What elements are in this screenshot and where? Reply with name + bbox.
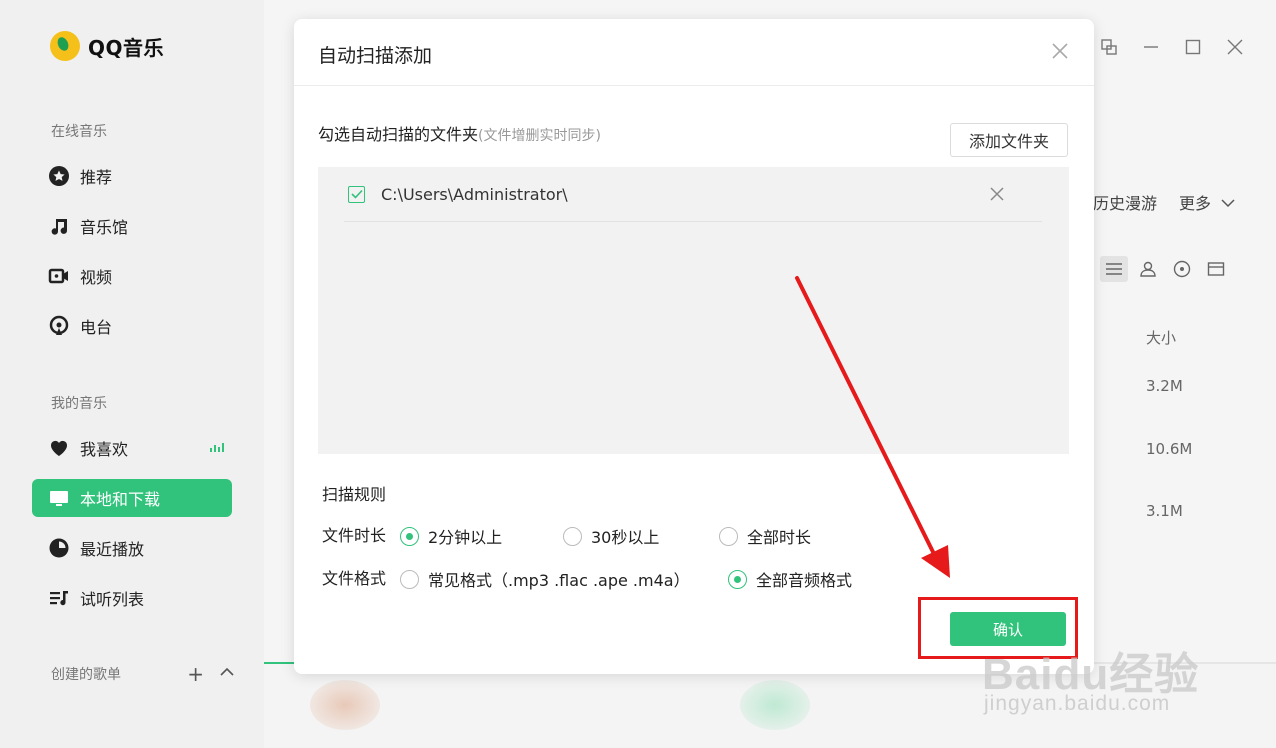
add-playlist-icon[interactable]: + [187,662,204,686]
sidebar-item-recommend[interactable]: 推荐 [32,157,232,195]
sidebar-item-label: 推荐 [80,168,113,187]
minimize-icon[interactable] [1140,36,1162,58]
scan-rules-title: 扫描规则 [322,485,387,504]
section-title-mine: 我的音乐 [51,396,107,412]
section-title-online: 在线音乐 [51,124,107,140]
sidebar-item-local-download[interactable]: 本地和下载 [32,479,232,517]
sidebar-item-label: 电台 [80,318,113,337]
maximize-icon[interactable] [1182,36,1204,58]
music-note-icon [48,215,70,237]
radio-dot [400,526,419,546]
album-view-icon[interactable] [1168,256,1196,282]
sidebar-item-recent[interactable]: 最近播放 [32,529,232,567]
chevron-down-icon [1221,199,1235,208]
playlist-icon [48,587,70,609]
folder-view-icon[interactable] [1202,256,1230,282]
sidebar-item-trial-list[interactable]: 试听列表 [32,579,232,617]
mini-mode-icon[interactable] [1098,36,1120,58]
duration-radio-30s[interactable]: 30秒以上 [563,524,659,548]
duration-radio-all[interactable]: 全部时长 [719,524,811,548]
playing-bars-icon [210,443,224,452]
background-tabs: 历史漫游 更多 [1093,190,1236,214]
radio-dot [563,526,582,546]
app-name: QQ音乐 [88,35,165,60]
close-window-icon[interactable] [1224,36,1246,58]
format-rule-label: 文件格式 [322,569,387,588]
divider [294,85,1094,86]
folder-section-label: 勾选自动扫描的文件夹(文件增删实时同步) [318,125,601,144]
app-logo[interactable]: QQ音乐 [50,31,164,61]
size-cell: 3.1M [1146,502,1183,520]
view-mode-icons [1100,256,1230,282]
radio-dot [719,526,738,546]
size-cell: 10.6M [1146,440,1193,458]
sidebar-item-label: 音乐馆 [80,218,129,237]
dialog-title: 自动扫描添加 [318,45,433,67]
size-cell: 3.2M [1146,377,1183,395]
folder-path: C:\Users\Administrator\ [381,184,568,204]
close-icon[interactable] [1050,41,1070,61]
heart-icon [48,437,70,459]
duration-radio-2min[interactable]: 2分钟以上 [400,524,502,548]
remove-folder-icon[interactable] [986,183,1008,205]
sidebar-item-music-hall[interactable]: 音乐馆 [32,207,232,245]
format-radio-all[interactable]: 全部音频格式 [728,567,852,591]
video-icon [48,265,70,287]
play-button-blur [740,680,810,730]
sidebar-item-label: 试听列表 [80,590,145,609]
add-folder-button[interactable]: 添加文件夹 [950,123,1068,157]
list-view-icon[interactable] [1100,256,1128,282]
list-item: C:\Users\Administrator\ [344,167,1042,222]
sidebar-item-label: 我喜欢 [80,440,129,459]
sidebar-item-favorites[interactable]: 我喜欢 [32,429,232,467]
auto-scan-dialog: 自动扫描添加 勾选自动扫描的文件夹(文件增删实时同步) 添加文件夹 C:\Use… [294,19,1094,674]
created-playlists-row: 创建的歌单 + [51,662,236,686]
sidebar-item-radio[interactable]: 电台 [32,307,232,345]
clock-icon [48,537,70,559]
folder-list: C:\Users\Administrator\ [318,167,1069,454]
sidebar-item-label: 视频 [80,268,113,287]
radio-dot [728,569,747,589]
sidebar-item-video[interactable]: 视频 [32,257,232,295]
radio-icon [48,315,70,337]
radio-dot [400,569,419,589]
highlight-box [918,597,1078,659]
album-cover-blur [310,680,380,730]
playback-progress[interactable] [264,662,294,664]
sidebar-item-label: 本地和下载 [80,490,161,509]
checkmark-icon [350,189,363,199]
folder-sync-hint: (文件增删实时同步) [478,128,601,144]
sidebar: QQ音乐 在线音乐 推荐 音乐馆 视频 电台 我的音乐 我喜欢 本地和下载 最近… [0,0,264,748]
star-icon [48,165,70,187]
collapse-chevron-up-icon[interactable] [218,662,236,686]
qq-music-logo-icon [50,31,80,61]
tab-more[interactable]: 更多 [1179,190,1236,214]
folder-checkbox[interactable] [348,185,365,203]
duration-rule-label: 文件时长 [322,526,387,545]
monitor-icon [48,487,70,509]
singer-view-icon[interactable] [1134,256,1162,282]
sidebar-item-label: 最近播放 [80,540,145,559]
tab-history[interactable]: 历史漫游 [1093,190,1157,214]
format-radio-common[interactable]: 常见格式（.mp3 .flac .ape .m4a） [400,567,690,591]
size-column-header: 大小 [1146,329,1177,347]
window-controls [1098,36,1246,58]
section-title-created: 创建的歌单 [51,667,121,683]
